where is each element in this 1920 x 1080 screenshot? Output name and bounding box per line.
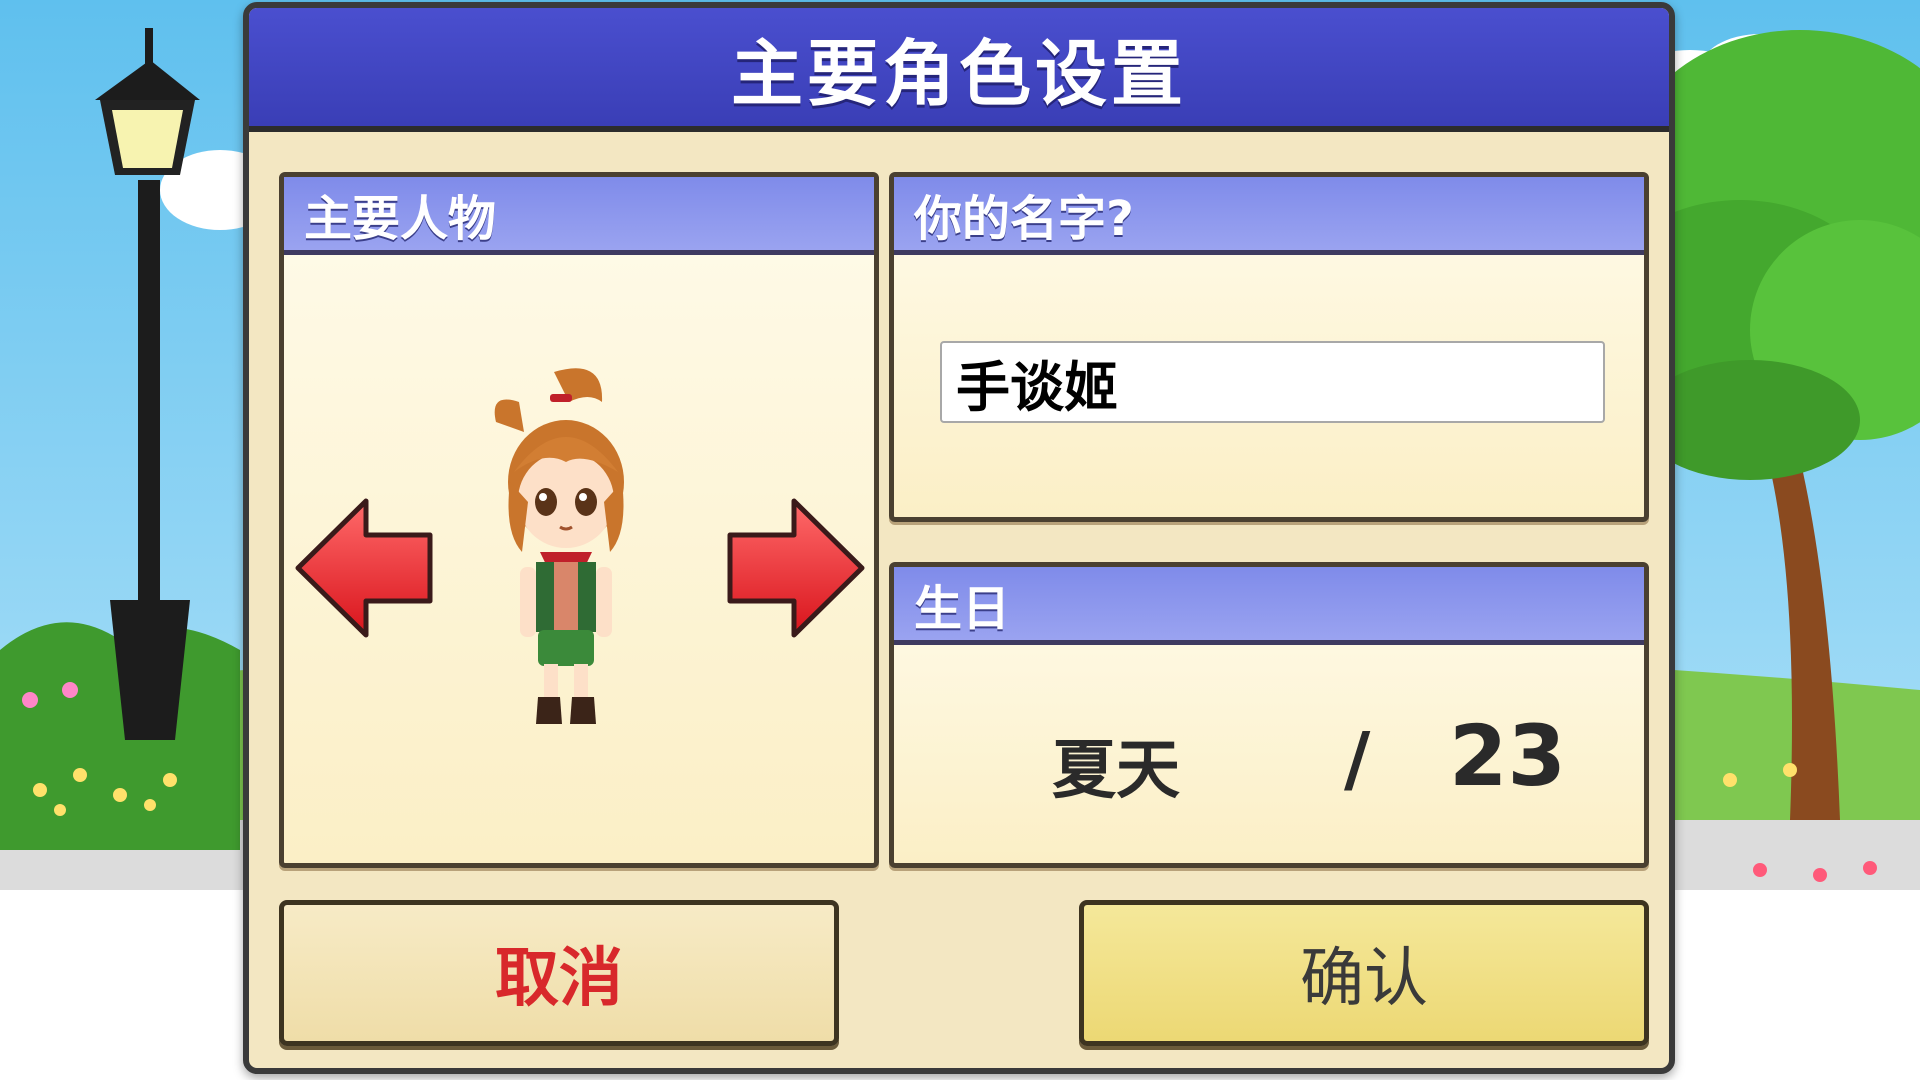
- birthday-panel: 生日 夏天 / 23: [889, 562, 1649, 868]
- name-panel: 你的名字?: [889, 172, 1649, 522]
- birthday-separator: /: [1344, 717, 1371, 801]
- name-panel-title: 你的名字?: [914, 190, 1134, 247]
- birthday-panel-header: 生日: [894, 567, 1644, 645]
- dialog-title: 主要角色设置: [730, 31, 1187, 116]
- confirm-button[interactable]: 确认: [1079, 900, 1649, 1046]
- birthday-panel-title: 生日: [914, 580, 1011, 637]
- character-panel-title: 主要人物: [304, 190, 497, 247]
- character-setup-dialog: 主要角色设置 主要人物 你的名字? 手谈姬 生日 夏天 / 23 取消 确认: [243, 2, 1675, 1074]
- left-arrow-icon[interactable]: [294, 497, 436, 639]
- birthday-day[interactable]: 23: [1449, 707, 1566, 805]
- name-input[interactable]: [940, 341, 1605, 423]
- character-panel-header: 主要人物: [284, 177, 874, 255]
- dialog-title-bar: 主要角色设置: [249, 8, 1669, 132]
- birthday-season[interactable]: 夏天: [1052, 719, 1180, 811]
- cancel-button-label: 取消: [495, 942, 623, 1016]
- right-arrow-icon[interactable]: [724, 497, 866, 639]
- confirm-button-label: 确认: [1300, 942, 1428, 1016]
- character-portrait: [494, 368, 624, 724]
- name-panel-header: 你的名字?: [894, 177, 1644, 255]
- cancel-button[interactable]: 取消: [279, 900, 839, 1046]
- character-panel: 主要人物: [279, 172, 879, 868]
